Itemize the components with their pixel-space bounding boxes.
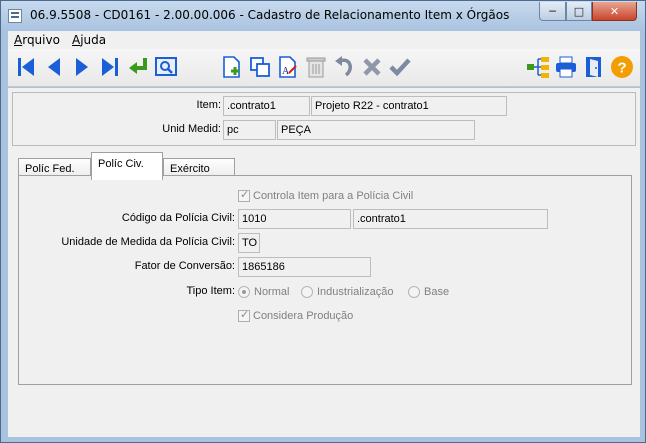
toolbar: A ? bbox=[8, 49, 640, 87]
help-icon: ? bbox=[611, 56, 633, 78]
goto-button[interactable] bbox=[126, 55, 150, 79]
radio-selected-icon bbox=[238, 286, 250, 298]
undo-icon bbox=[335, 56, 352, 77]
print-button[interactable] bbox=[554, 55, 578, 79]
last-record-icon bbox=[102, 58, 118, 76]
tipo-item-industrializacao-radio[interactable]: Industrialização bbox=[301, 286, 393, 298]
previous-record-icon bbox=[48, 58, 60, 76]
considera-producao-check-icon bbox=[238, 308, 250, 322]
hierarchy-button[interactable] bbox=[526, 55, 550, 79]
next-record-icon bbox=[76, 58, 88, 76]
confirm-icon bbox=[389, 58, 411, 77]
exit-icon bbox=[586, 57, 601, 77]
goto-icon bbox=[129, 58, 147, 74]
exit-button[interactable] bbox=[582, 55, 606, 79]
undo-button[interactable] bbox=[332, 55, 356, 79]
menu-ajuda-accel: A bbox=[72, 33, 81, 47]
controla-item-label: Controla Item para a Polícia Civil bbox=[253, 190, 414, 202]
edit-button[interactable]: A bbox=[276, 55, 300, 79]
delete-button[interactable] bbox=[304, 55, 328, 79]
svg-text:?: ? bbox=[618, 60, 627, 77]
controla-item-checkbox[interactable]: Controla Item para a Polícia Civil bbox=[238, 188, 414, 202]
item-code-field[interactable]: .contrato1 bbox=[223, 96, 310, 116]
search-button[interactable] bbox=[154, 55, 178, 79]
header-panel: Item: .contrato1 Projeto R22 - contrato1… bbox=[12, 92, 636, 146]
copy-button[interactable] bbox=[248, 55, 272, 79]
new-button[interactable] bbox=[220, 55, 244, 79]
tab-policia-civil[interactable]: Políc Civ. bbox=[91, 152, 163, 180]
codigo-policia-civil-label: Código da Polícia Civil: bbox=[121, 212, 235, 224]
copy-icon bbox=[250, 57, 270, 77]
controla-item-check-icon bbox=[238, 188, 250, 202]
svg-text:A: A bbox=[282, 66, 290, 77]
print-icon bbox=[556, 56, 576, 78]
last-record-button[interactable] bbox=[98, 55, 122, 79]
previous-record-button[interactable] bbox=[42, 55, 66, 79]
menu-arquivo[interactable]: Arquivo bbox=[14, 33, 60, 47]
tipo-item-label: Tipo Item: bbox=[186, 285, 236, 297]
new-document-icon bbox=[223, 56, 240, 78]
menu-arquivo-accel: A bbox=[14, 33, 23, 47]
policia-civil-panel: Controla Item para a Polícia Civil Códig… bbox=[18, 175, 632, 385]
unidade-medida-policia-civil-label: Unidade de Medida da Polícia Civil: bbox=[61, 236, 235, 248]
next-record-button[interactable] bbox=[70, 55, 94, 79]
unid-medid-description-field[interactable]: PEÇA bbox=[277, 120, 475, 140]
tipo-item-normal-label: Normal bbox=[254, 286, 290, 298]
maximize-button[interactable]: □ bbox=[566, 2, 592, 21]
unidade-medida-policia-civil-field[interactable]: TO bbox=[238, 233, 260, 253]
tipo-item-industrializacao-label: Industrialização bbox=[317, 286, 394, 298]
app-icon[interactable] bbox=[8, 9, 22, 23]
tipo-item-base-label: Base bbox=[424, 286, 450, 298]
cancel-button[interactable] bbox=[360, 55, 384, 79]
minimize-button[interactable]: ─ bbox=[539, 2, 566, 21]
radio-unselected-icon bbox=[408, 286, 420, 298]
considera-producao-checkbox[interactable]: Considera Produção bbox=[238, 308, 354, 322]
menu-ajuda[interactable]: Ajuda bbox=[72, 33, 106, 47]
menu-ajuda-label: juda bbox=[80, 33, 107, 47]
main-window: 06.9.5508 - CD0161 - 2.00.00.006 - Cadas… bbox=[0, 0, 646, 443]
unid-medid-code-field[interactable]: pc bbox=[223, 120, 276, 140]
codigo-policia-civil-description-field[interactable]: .contrato1 bbox=[353, 209, 548, 229]
close-button[interactable]: ✕ bbox=[592, 2, 637, 21]
menu-arquivo-label: rquivo bbox=[22, 33, 60, 47]
confirm-button[interactable] bbox=[388, 55, 412, 79]
help-button[interactable]: ? bbox=[610, 55, 634, 79]
fator-conversao-field[interactable]: 1865186 bbox=[238, 257, 371, 277]
item-label: Item: bbox=[196, 99, 221, 111]
menu-bar: Arquivo Ajuda bbox=[8, 31, 640, 49]
tipo-item-base-radio[interactable]: Base bbox=[408, 286, 449, 298]
codigo-policia-civil-field[interactable]: 1010 bbox=[238, 209, 351, 229]
radio-unselected-icon bbox=[301, 286, 313, 298]
delete-icon bbox=[306, 57, 326, 78]
cancel-icon bbox=[363, 58, 381, 76]
title-bar[interactable]: 06.9.5508 - CD0161 - 2.00.00.006 - Cadas… bbox=[1, 1, 645, 31]
tipo-item-normal-radio[interactable]: Normal bbox=[238, 286, 289, 298]
edit-icon: A bbox=[279, 56, 297, 78]
unid-medid-label: Unid Medid: bbox=[162, 123, 221, 135]
form-content: Item: .contrato1 Projeto R22 - contrato1… bbox=[8, 88, 640, 437]
search-icon bbox=[155, 57, 177, 76]
first-record-button[interactable] bbox=[14, 55, 38, 79]
window-title: 06.9.5508 - CD0161 - 2.00.00.006 - Cadas… bbox=[30, 8, 510, 22]
considera-producao-label: Considera Produção bbox=[253, 310, 354, 322]
item-description-field[interactable]: Projeto R22 - contrato1 bbox=[311, 96, 507, 116]
hierarchy-icon bbox=[527, 57, 549, 78]
fator-conversao-label: Fator de Conversão: bbox=[134, 260, 235, 272]
first-record-icon bbox=[18, 58, 34, 76]
